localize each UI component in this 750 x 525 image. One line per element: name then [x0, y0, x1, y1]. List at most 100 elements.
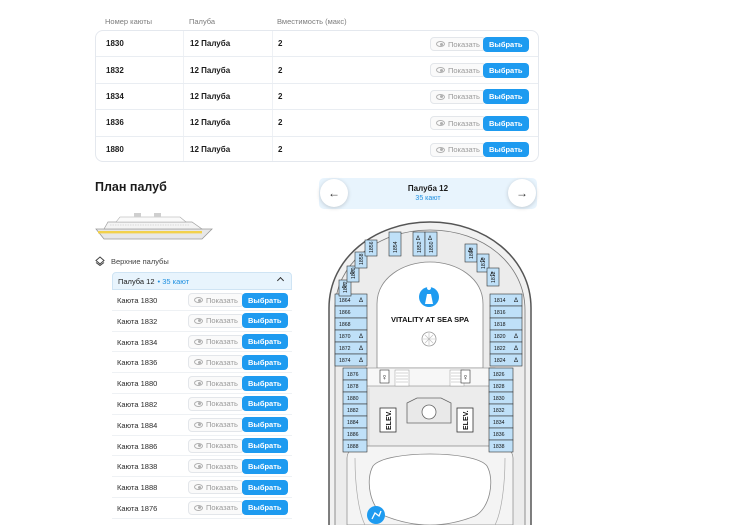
show-cabin-button[interactable]: Показать [188, 459, 244, 474]
cabin-list-label: Каюта 1832 [117, 316, 158, 326]
map-cabin[interactable]: 1838 [488, 439, 514, 453]
map-cabin-number: 1814 [494, 298, 506, 304]
select-cabin-button[interactable]: Выбрать [242, 396, 288, 412]
cabin-list-label: Каюта 1884 [117, 420, 158, 430]
triangle-icon: Δ [490, 272, 494, 278]
show-cabin-button[interactable]: Показать [188, 334, 244, 349]
map-cabin[interactable]: 1860Δ [346, 265, 360, 283]
triangle-icon: Δ [359, 334, 363, 340]
map-cabin[interactable]: 1832 [488, 403, 514, 417]
map-cabin[interactable]: 1834 [488, 415, 514, 429]
triangle-icon: Δ [514, 358, 518, 364]
show-cabin-button[interactable]: Показать [188, 438, 244, 453]
map-cabin[interactable]: 1862Δ [338, 279, 352, 297]
select-cabin-button[interactable]: Выбрать [242, 458, 288, 474]
select-cabin-button[interactable]: Выбрать [483, 36, 529, 52]
show-cabin-button[interactable]: Показать [188, 500, 244, 515]
select-cabin-button[interactable]: Выбрать [242, 438, 288, 454]
map-cabin[interactable]: 1828 [488, 379, 514, 393]
map-cabin[interactable]: 1830 [488, 391, 514, 405]
map-cabin[interactable]: 1880 [342, 391, 368, 405]
show-cabin-button[interactable]: Показать [188, 376, 244, 391]
show-cabin-button[interactable]: Показать [430, 63, 486, 78]
map-cabin[interactable]: 1816 [489, 305, 523, 319]
select-cabin-button[interactable]: Выбрать [242, 334, 288, 350]
select-cabin-button[interactable]: Выбрать [242, 500, 288, 516]
cabin-list-item: Каюта 1886 Показать Выбрать [112, 436, 292, 457]
map-cabin[interactable]: 1870 Δ [334, 329, 368, 343]
show-cabin-button[interactable]: Показать [188, 293, 244, 307]
select-cabin-button[interactable]: Выбрать [242, 375, 288, 391]
map-cabin-number: 1820 [494, 334, 506, 340]
map-cabin[interactable]: 1872 Δ [334, 341, 368, 355]
map-cabin[interactable]: 1886 [342, 427, 368, 441]
map-cabin-number: 1822 [494, 346, 506, 352]
select-cabin-button[interactable]: Выбрать [483, 89, 529, 105]
map-cabin-number: 1832 [493, 408, 505, 414]
select-cabin-button[interactable]: Выбрать [242, 417, 288, 433]
eye-icon [436, 93, 445, 100]
map-cabin[interactable]: 1874 Δ [334, 353, 368, 367]
deck-accordion-header[interactable]: Палуба 12 • 35 кают [112, 272, 292, 290]
map-cabin[interactable]: 1824 Δ [489, 353, 523, 367]
show-cabin-button[interactable]: Показать [188, 355, 244, 370]
map-cabin[interactable]: 1836 [488, 427, 514, 441]
show-cabin-button[interactable]: Показать [430, 37, 486, 51]
map-cabin[interactable]: 1882 [342, 403, 368, 417]
map-cabin-number: 1866 [339, 310, 351, 316]
cabin-deck: 12 Палуба [190, 39, 231, 49]
show-cabin-button[interactable]: Показать [430, 142, 486, 157]
triangle-icon: Δ [514, 298, 518, 304]
arrow-right-icon: → [516, 186, 528, 200]
cabin-deck: 12 Палуба [190, 118, 231, 128]
deck-accordion-label: Палуба 12 [118, 276, 155, 286]
map-cabin[interactable]: 1856 [364, 239, 378, 257]
upper-decks-toggle[interactable]: Верхние палубы [95, 256, 169, 266]
cabin-list-item: Каюта 1838 Показать Выбрать [112, 456, 292, 478]
select-cabin-button[interactable]: Выбрать [483, 115, 529, 131]
cabin-list-label: Каюта 1834 [117, 337, 158, 347]
eye-icon [436, 41, 445, 47]
map-cabin[interactable]: 1808Δ [464, 243, 478, 263]
map-cabin-number: 1854 [393, 241, 399, 253]
map-cabin[interactable]: 1820 Δ [489, 329, 523, 343]
cabin-capacity: 2 [278, 91, 283, 101]
map-cabin[interactable]: 1826 [488, 367, 514, 381]
map-cabin[interactable]: 1822 Δ [489, 341, 523, 355]
show-cabin-button[interactable]: Показать [188, 396, 244, 411]
map-cabin[interactable]: 1814 Δ [489, 293, 523, 307]
cabin-capacity: 2 [278, 65, 283, 75]
map-cabin[interactable]: 1878 [342, 379, 368, 393]
chevron-up-icon[interactable] [276, 276, 285, 285]
triangle-icon: Δ [350, 270, 354, 276]
select-cabin-button[interactable]: Выбрать [242, 354, 288, 370]
triangle-icon: Δ [359, 358, 363, 364]
select-cabin-button[interactable]: Выбрать [242, 292, 288, 308]
map-cabin[interactable]: 1888 [342, 439, 368, 453]
cabin-list-label: Каюта 1888 [117, 483, 158, 493]
map-cabin[interactable]: 1852Δ [412, 231, 426, 257]
select-cabin-button[interactable]: Выбрать [483, 142, 529, 158]
show-cabin-button[interactable]: Показать [430, 116, 486, 131]
map-cabin-number: 1834 [493, 420, 505, 426]
show-cabin-button[interactable]: Показать [430, 89, 486, 104]
select-cabin-button[interactable]: Выбрать [483, 62, 529, 78]
select-cabin-button[interactable]: Выбрать [242, 313, 288, 329]
map-cabin[interactable]: 1868 [334, 317, 368, 331]
elevator-label-left: ELEV. [386, 410, 393, 430]
select-cabin-button[interactable]: Выбрать [242, 479, 288, 495]
map-cabin[interactable]: 1854 [388, 231, 402, 257]
map-cabin[interactable]: 1866 [334, 305, 368, 319]
map-cabin[interactable]: 1876 [342, 367, 368, 381]
map-cabin[interactable]: 1850Δ [424, 231, 438, 257]
table-row: 1832 12 Палуба 2 Показать Выбрать [96, 57, 538, 84]
show-cabin-button[interactable]: Показать [188, 480, 244, 495]
next-deck-button[interactable]: → [508, 179, 536, 207]
show-cabin-button[interactable]: Показать [188, 313, 244, 328]
map-cabin[interactable]: 1818 [489, 317, 523, 331]
cabin-number: 1834 [106, 91, 124, 101]
map-cabin[interactable]: 1812Δ [486, 267, 500, 287]
triangle-icon: Δ [342, 284, 346, 290]
show-cabin-button[interactable]: Показать [188, 417, 244, 432]
map-cabin[interactable]: 1884 [342, 415, 368, 429]
